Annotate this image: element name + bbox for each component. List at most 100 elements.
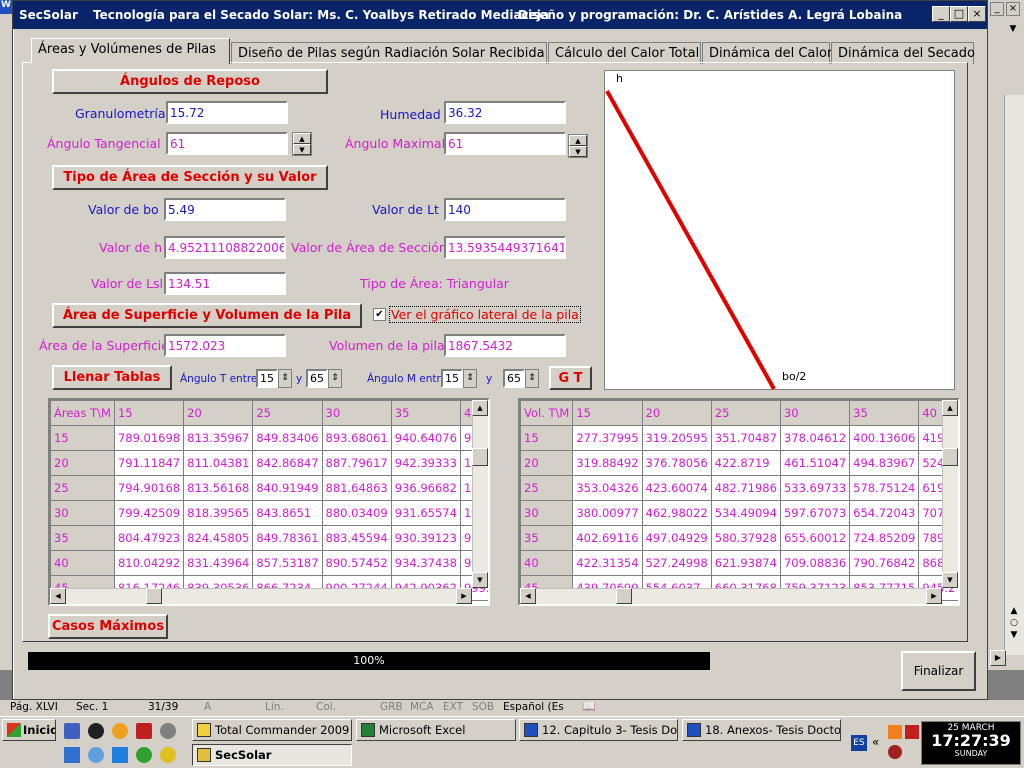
table-cell[interactable]: 881.64863 (321, 475, 392, 501)
table-cell[interactable]: 824.45805 (183, 525, 254, 551)
table-cell[interactable]: 883.45594 (321, 525, 392, 551)
quicklaunch-drop-icon[interactable] (88, 747, 104, 763)
table-cell[interactable]: 942.39333 (390, 450, 461, 476)
ver-grafico-checkbox[interactable]: ✔ (373, 308, 386, 321)
table-cell[interactable]: 423.60074 (641, 475, 712, 501)
quicklaunch-ie-icon[interactable] (112, 747, 128, 763)
word-browse-icons[interactable]: ▲ ○ ▼ (1004, 605, 1024, 645)
tab-calor-total[interactable]: Cálculo del Calor Total (548, 42, 701, 64)
area-superficie-button[interactable]: Área de Superficie y Volumen de la Pila (52, 303, 362, 328)
table-cell[interactable]: 277.37995 (572, 425, 643, 451)
table-cell[interactable]: 580.37928 (710, 525, 781, 551)
bo-input[interactable]: 5.49 (164, 198, 286, 221)
table-cell[interactable]: 402.69116 (572, 525, 643, 551)
quicklaunch-grid-icon[interactable] (64, 747, 80, 763)
tab-areas-volumenes[interactable]: Áreas y Volúmenes de Pilas (31, 38, 230, 64)
scroll-up-icon[interactable]: ▲ (472, 400, 488, 416)
table-cell[interactable]: 804.47923 (113, 525, 185, 551)
minimize-button[interactable]: _ (932, 6, 950, 22)
table-cell[interactable]: 849.83406 (252, 425, 323, 451)
table-cell[interactable]: 934.37438 (390, 550, 461, 576)
word-hscroll-right-icon[interactable]: ▶ (990, 650, 1006, 666)
scroll-right-icon[interactable]: ▶ (456, 588, 472, 604)
table-row[interactable]: 30 799.42509 818.39565 843.8651 880.03409 931… (50, 500, 488, 526)
humedad-input[interactable]: 36.32 (444, 101, 566, 124)
angulo-m-to-spinner[interactable]: ⇕ (525, 369, 539, 388)
task-word-anexos[interactable]: 18. Anexos- Tesis Docto... (682, 719, 841, 741)
angulo-m-from-spinner[interactable]: ⇕ (463, 369, 477, 388)
scroll-up-icon[interactable]: ▲ (942, 400, 958, 416)
task-excel[interactable]: Microsoft Excel (356, 719, 516, 741)
scroll-down-icon[interactable]: ▼ (472, 572, 488, 588)
table-row[interactable]: 35 804.47923 824.45805 849.78361 883.45594 93… (50, 525, 488, 551)
tray-expand-icon[interactable]: « (872, 735, 879, 749)
table-cell[interactable]: 810.04292 (113, 550, 185, 576)
task-total-commander[interactable]: Total Commander 2009 (192, 719, 352, 741)
task-secsolar[interactable]: SecSolar (192, 744, 352, 766)
table-row[interactable]: 40 810.04292 831.43964 857.53187 890.57452 93… (50, 550, 488, 576)
angulo-maximal-input[interactable]: 61 (444, 132, 566, 155)
ver-grafico-label[interactable]: Ver el gráfico lateral de la pila (389, 306, 581, 323)
areas-table[interactable]: Áreas T\M15202530354015789.01698813.3596… (48, 398, 490, 606)
table-cell[interactable]: 376.78056 (641, 450, 712, 476)
tipo-area-button[interactable]: Tipo de Área de Sección y su Valor (52, 165, 328, 190)
area-superficie-input[interactable]: 1572.023 (164, 334, 286, 357)
table-cell[interactable]: 893.68061 (321, 425, 392, 451)
task-word-capitulo3[interactable]: 12. Capitulo 3- Tesis Doc... (519, 719, 678, 741)
angulos-reposo-button[interactable]: Ángulos de Reposo (52, 69, 328, 94)
lsl-input[interactable]: 134.51 (164, 272, 286, 295)
word-close-icon[interactable]: × (1006, 2, 1020, 16)
table-cell[interactable]: 709.08836 (779, 550, 851, 576)
volumes-table[interactable]: Vol. T\M 15 20 25 30 35 40 15 277.37995 319.20595… (518, 398, 960, 606)
scroll-left-icon[interactable]: ◀ (50, 588, 66, 604)
table-cell[interactable]: 621.93874 (710, 550, 781, 576)
angulo-m-to-input[interactable]: 65 (503, 369, 525, 388)
table-cell[interactable]: 789.01698 (113, 425, 185, 451)
vertical-scrollbar[interactable] (942, 400, 958, 588)
table-cell[interactable]: 880.03409 (321, 500, 392, 526)
table-cell[interactable]: 534.49094 (710, 500, 781, 526)
quicklaunch-explorer-icon[interactable] (64, 723, 80, 739)
gt-button[interactable]: G T (549, 366, 592, 390)
table-cell[interactable]: 940.64076 (390, 425, 461, 451)
table-cell[interactable]: 791.11847 (113, 450, 185, 476)
angulo-maximal-spinner[interactable]: ▲ ▼ (568, 134, 588, 158)
vertical-scroll-thumb[interactable] (942, 448, 958, 466)
table-row[interactable]: 35 402.69116 497.04929 580.37928 655.60012 72… (520, 525, 958, 551)
tray-media-icon[interactable] (888, 725, 902, 739)
table-cell[interactable]: 724.85209 (849, 525, 920, 551)
table-cell[interactable]: 597.67073 (779, 500, 851, 526)
h-input[interactable]: 4.95211108822006 (164, 236, 286, 259)
angulo-tangencial-input[interactable]: 61 (166, 132, 288, 155)
quicklaunch-app-icon[interactable] (112, 723, 128, 739)
tray-kaspersky-icon[interactable] (905, 725, 919, 739)
start-button[interactable]: Inicio (2, 719, 56, 741)
table-cell[interactable]: 353.04326 (572, 475, 643, 501)
casos-maximos-button[interactable]: Casos Máximos (48, 614, 168, 639)
scroll-left-icon[interactable]: ◀ (520, 588, 536, 604)
table-row[interactable]: 20 319.88492 376.78056 422.8719 461.51047 494… (520, 450, 958, 476)
table-cell[interactable]: 462.98022 (641, 500, 712, 526)
table-cell[interactable]: 422.31354 (572, 550, 643, 576)
table-cell[interactable]: 931.65574 (390, 500, 461, 526)
table-row[interactable]: 20 791.11847 811.04381 842.86847 887.79617 94… (50, 450, 488, 476)
vertical-scrollbar[interactable] (472, 400, 488, 588)
tray-shield-icon[interactable] (888, 745, 902, 759)
table-cell[interactable]: 811.04381 (183, 450, 254, 476)
table-cell[interactable]: 533.69733 (779, 475, 851, 501)
table-cell[interactable]: 831.43964 (183, 550, 254, 576)
granulometria-input[interactable]: 15.72 (166, 101, 288, 124)
table-cell[interactable]: 378.04612 (779, 425, 851, 451)
table-cell[interactable]: 843.8651 (252, 500, 323, 526)
table-cell[interactable]: 319.88492 (572, 450, 643, 476)
tab-diseno-pilas[interactable]: Diseño de Pilas según Radiación Solar Re… (231, 42, 547, 64)
quicklaunch-play-icon[interactable] (136, 747, 152, 763)
angulo-t-to-spinner[interactable]: ⇕ (328, 369, 342, 388)
vertical-scroll-thumb[interactable] (472, 448, 488, 466)
scroll-down-icon[interactable]: ▼ (942, 572, 958, 588)
table-cell[interactable]: 936.96682 (390, 475, 461, 501)
language-indicator[interactable]: ES (851, 735, 867, 751)
table-row[interactable]: 15 277.37995 319.20595 351.70487 378.04612 40… (520, 425, 958, 451)
horizontal-scroll-thumb[interactable] (616, 588, 632, 604)
finalizar-button[interactable]: Finalizar (901, 651, 976, 691)
